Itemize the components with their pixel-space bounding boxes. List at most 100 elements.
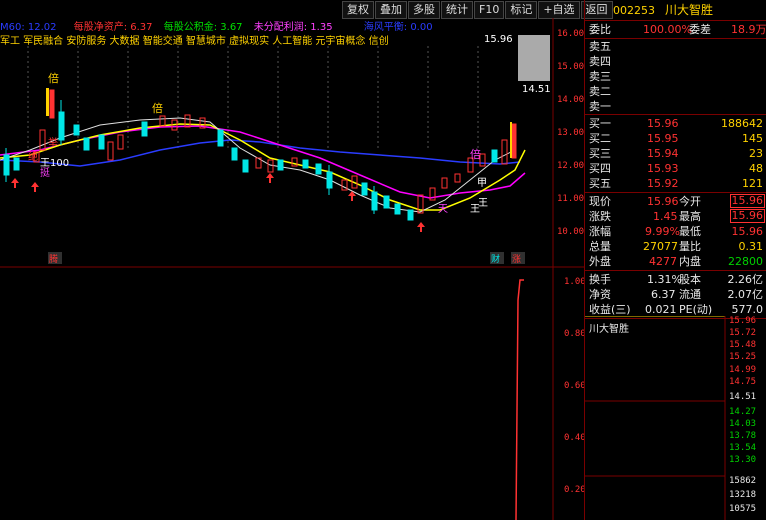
buy-1-volume: 188642: [721, 117, 763, 130]
vol-tick-4: 0.40: [564, 433, 584, 443]
price-tick-15: 15.00: [557, 62, 584, 72]
price-tick-11: 11.00: [557, 194, 584, 204]
stat-row-change: 涨跌 1.45 最高 15.96: [585, 209, 766, 224]
mini-tick-10: 13.54: [729, 443, 757, 453]
ma10-line: [0, 123, 526, 211]
volume-indicator-line: [515, 279, 524, 520]
mini-tick-6: 14.51: [729, 392, 757, 402]
stock-header: 002253 川大智胜: [585, 3, 766, 19]
ma20-line: [0, 125, 526, 199]
sell-4-label: 卖四: [589, 55, 611, 68]
mark-ting: 挺: [40, 166, 50, 179]
turnover-label: 换手: [589, 273, 611, 286]
weibi-value: 100.00%: [643, 23, 692, 36]
buy-4-label: 买四: [589, 162, 611, 175]
mini-tick-2: 15.48: [729, 340, 757, 350]
low-value: 15.96: [731, 225, 764, 238]
weicha-value: 18.9万: [731, 23, 766, 36]
eps-label: 收益(三): [589, 303, 631, 316]
weibi-label: 委比: [589, 23, 611, 36]
fund-row-turnover: 换手 1.31% 股本 2.26亿: [585, 272, 766, 287]
candlestick-chart[interactable]: 倍 倍 倍 举 绝 王100 挺 天 甲 王 王 腾 财 涨 15.96 14.…: [0, 0, 584, 520]
total-volume-label: 总量: [589, 240, 611, 253]
mini-tick-0: 15.96: [729, 316, 757, 326]
share-capital-label: 股本: [679, 273, 701, 286]
buy-5-row[interactable]: 买五 15.92 121: [585, 176, 766, 191]
buy-5-price: 15.92: [647, 177, 679, 190]
buy-4-price: 15.93: [647, 162, 679, 175]
mark-jia: 甲: [477, 178, 487, 189]
price-tick-12: 12.00: [557, 161, 584, 171]
mini-tick-1: 15.72: [729, 328, 757, 338]
mark-teng: 腾: [49, 253, 58, 265]
total-volume-value: 27077: [643, 240, 678, 253]
pct-value: 9.99%: [645, 225, 680, 238]
stock-name: 川大智胜: [665, 3, 714, 17]
sell-2-row: 卖二: [585, 84, 766, 99]
volume-ratio-value: 0.31: [738, 240, 764, 253]
mark-ju: 举: [48, 136, 58, 149]
buy-2-volume: 145: [742, 132, 763, 145]
mini-tick-11: 13.30: [729, 455, 757, 465]
buy-1-row[interactable]: 买一 15.96 188642: [585, 116, 766, 131]
price-tick-14: 14.00: [557, 95, 584, 105]
mini-tick-8: 14.03: [729, 419, 757, 429]
net-assets-value: 6.37: [651, 288, 676, 301]
buy-5-label: 买五: [589, 177, 611, 190]
mini-tick-9: 13.78: [729, 431, 757, 441]
mark-wang-2: 王: [470, 204, 480, 215]
vol-tick-5: 0.20: [564, 485, 584, 495]
mini-tick-14: 10575: [729, 504, 757, 514]
buy-4-row[interactable]: 买四 15.93 48: [585, 161, 766, 176]
high-price-label: 15.96: [484, 34, 513, 45]
stat-row-outer: 外盘 4277 内盘 22800: [585, 254, 766, 269]
low-label: 最低: [679, 225, 701, 238]
buy-2-price: 15.95: [647, 132, 679, 145]
candles: [3, 88, 517, 221]
mini-tick-4: 14.99: [729, 365, 757, 375]
sell-4-row: 卖四: [585, 54, 766, 69]
mini-tick-13: 13218: [729, 490, 757, 500]
mark-jue: 绝: [28, 150, 38, 163]
buy-4-volume: 48: [749, 162, 763, 175]
change-label: 涨跌: [589, 210, 611, 223]
vol-tick-2: 0.80: [564, 329, 584, 339]
float-label: 流通: [679, 288, 701, 301]
stat-row-volume: 总量 27077 量比 0.31: [585, 239, 766, 254]
vertical-grid: [27, 46, 479, 150]
current-price-value: 15.96: [647, 195, 679, 208]
sell-1-label: 卖一: [589, 100, 611, 113]
latest-price-block: [518, 35, 550, 81]
price-tick-13: 13.00: [557, 128, 584, 138]
current-price-label: 现价: [589, 195, 611, 208]
price-tick-16: 16.00: [557, 29, 584, 39]
quote-panel: 002253 川大智胜 委比 100.00% 委差 18.9万 卖五 卖四 卖三…: [584, 0, 766, 520]
pe-value: 577.0: [731, 303, 764, 316]
volume-axis: 1.00 0.80 0.60 0.40 0.20: [564, 277, 584, 495]
sell-1-row: 卖一: [585, 99, 766, 114]
buy-arrows: [11, 173, 425, 232]
buy-2-row[interactable]: 买二 15.95 145: [585, 131, 766, 146]
sell-3-label: 卖三: [589, 70, 611, 83]
ma60-line: [0, 139, 521, 167]
weicha-label: 委差: [689, 23, 711, 36]
high-label: 最高: [679, 210, 701, 223]
mark-cai: 财: [491, 253, 500, 265]
mark-zhang: 涨: [512, 254, 521, 265]
change-value: 1.45: [653, 210, 678, 223]
fund-row-eps: 收益(三) 0.021 PE(动) 577.0: [585, 302, 766, 317]
mini-tick-7: 14.27: [729, 407, 757, 417]
eps-value: 0.021: [645, 303, 677, 316]
net-assets-label: 净资: [589, 288, 611, 301]
mark-tian: 天: [438, 204, 448, 215]
outer-label: 外盘: [589, 255, 611, 268]
inner-label: 内盘: [679, 255, 701, 268]
stat-row-pct: 涨幅 9.99% 最低 15.96: [585, 224, 766, 239]
buy-3-volume: 23: [749, 147, 763, 160]
buy-1-label: 买一: [589, 117, 611, 130]
pe-label: PE(动): [679, 303, 713, 316]
buy-3-row[interactable]: 买三 15.94 23: [585, 146, 766, 161]
sell-3-row: 卖三: [585, 69, 766, 84]
sell-5-row: 卖五: [585, 39, 766, 54]
open-value: 15.96: [729, 194, 765, 208]
